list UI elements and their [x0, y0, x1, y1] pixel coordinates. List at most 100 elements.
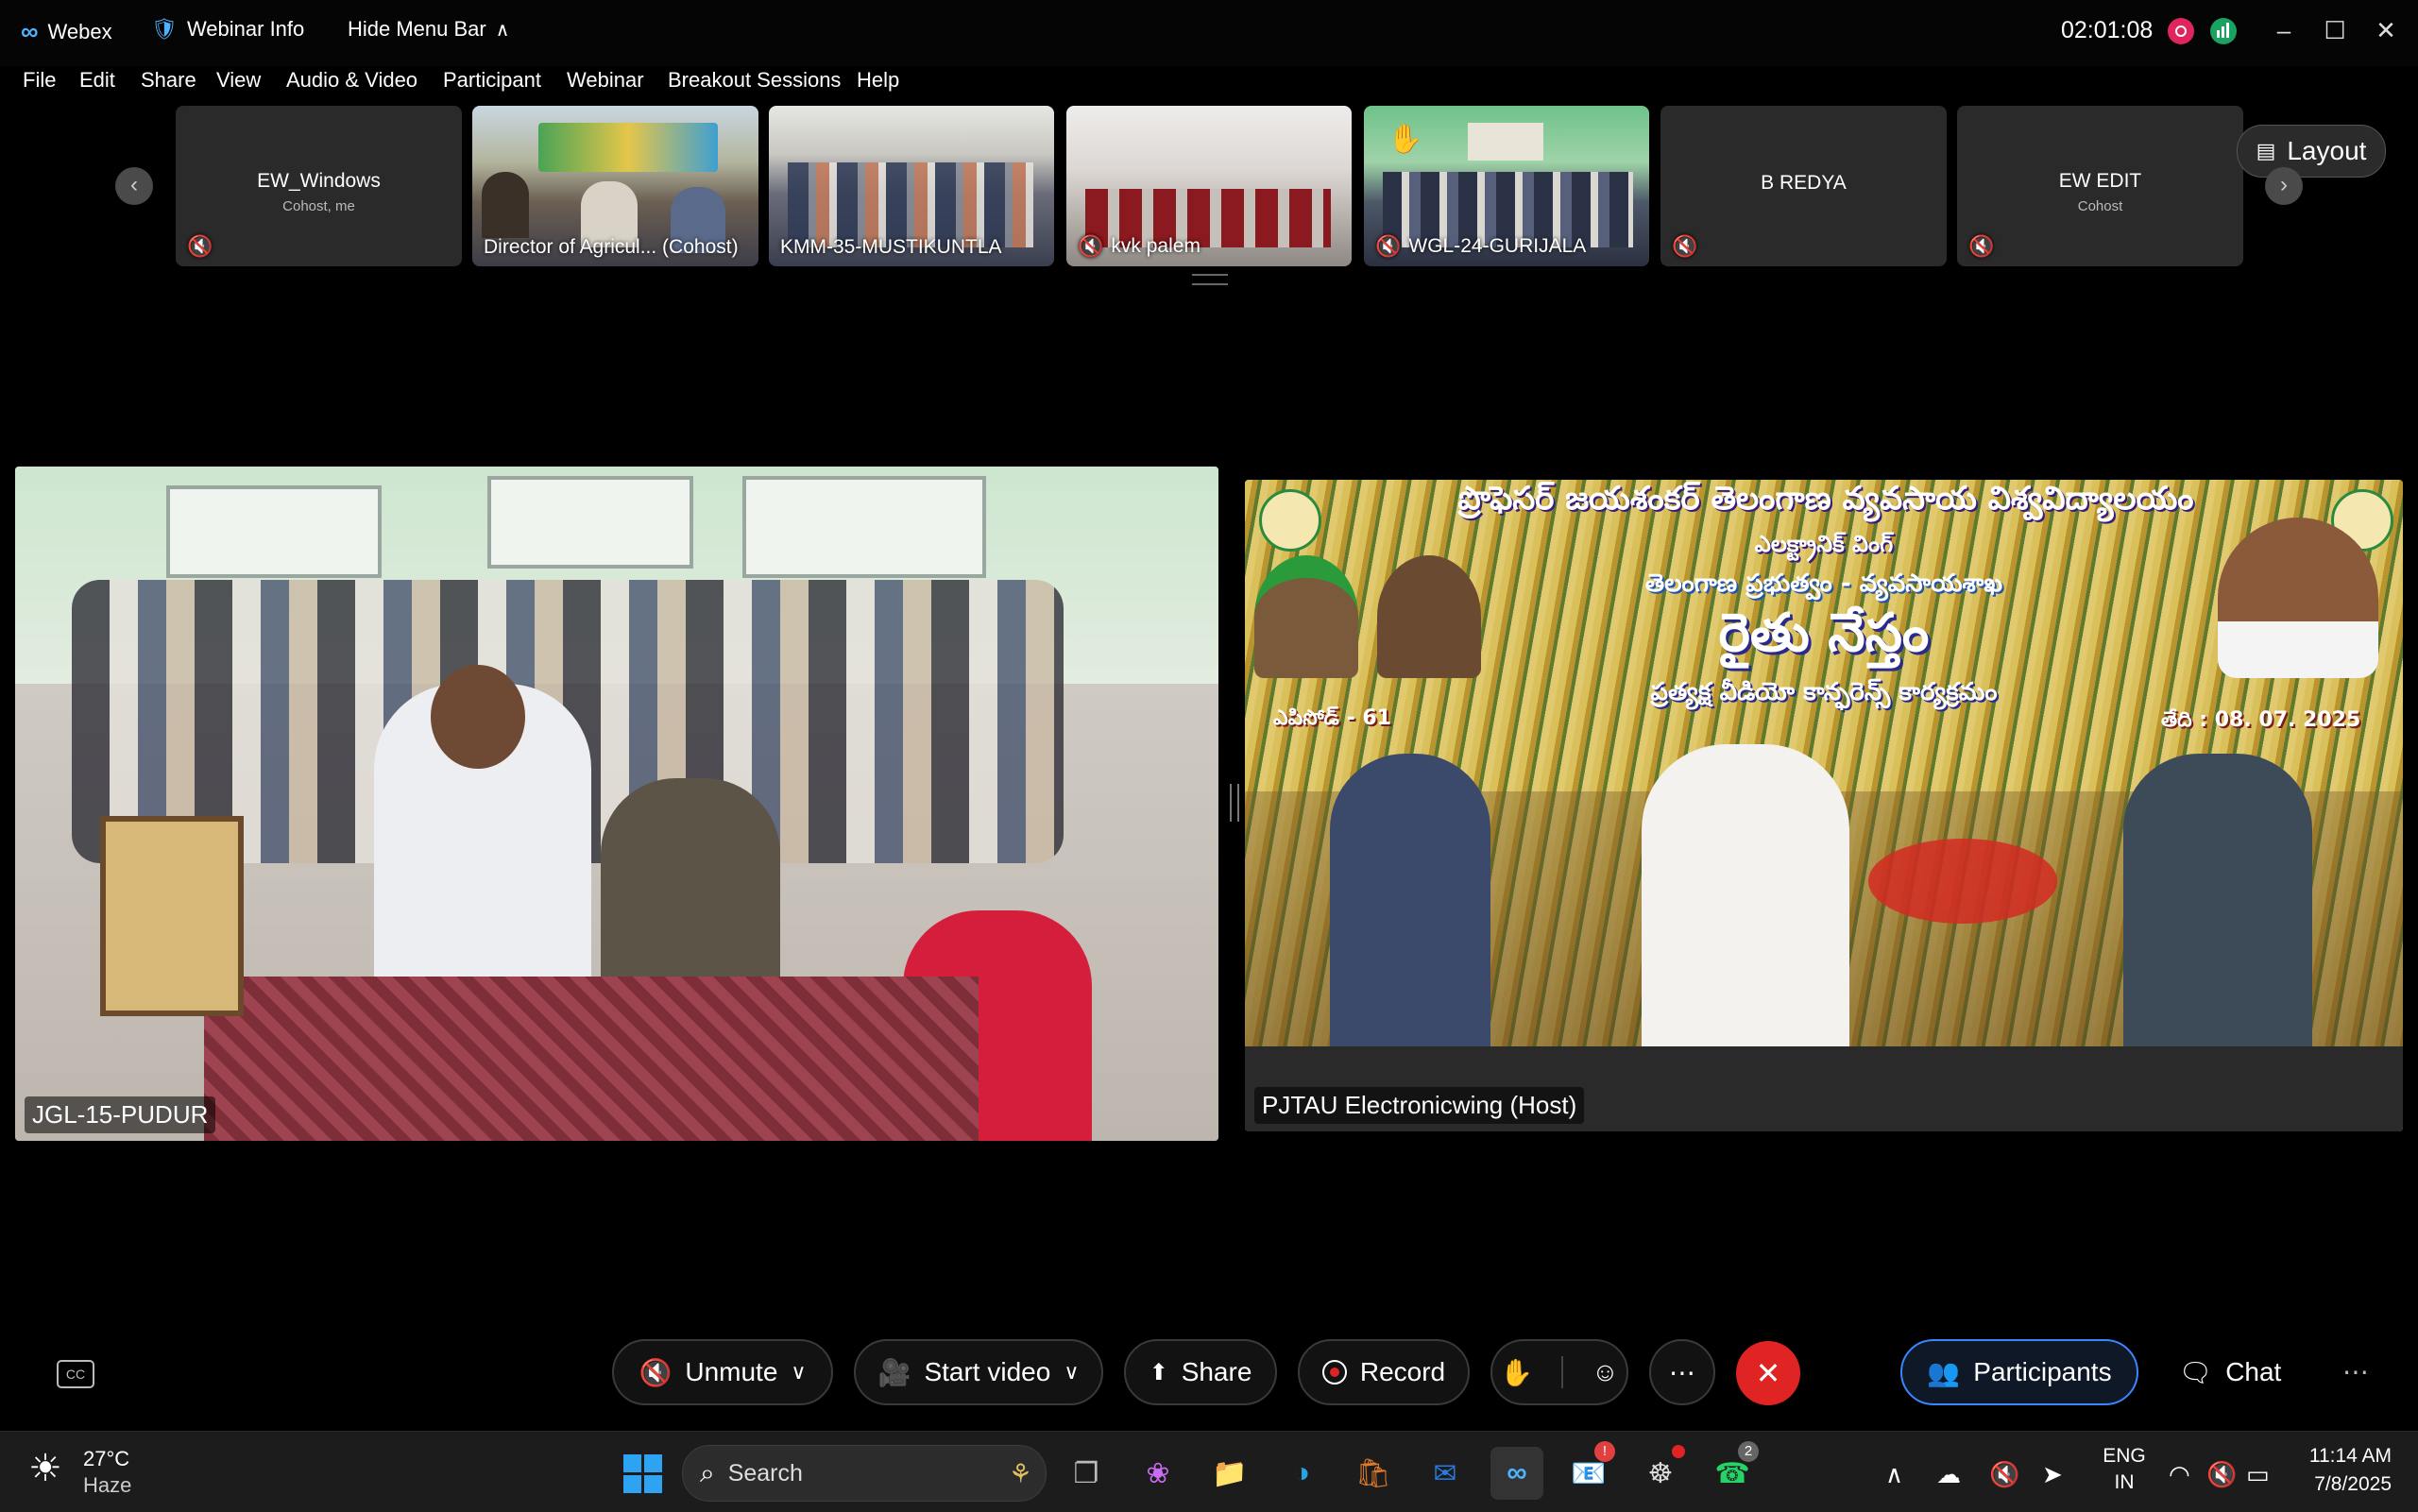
menu-participant[interactable]: Participant [443, 68, 541, 93]
whatsapp-icon[interactable]: ☎ 2 [1706, 1441, 1759, 1500]
leave-meeting-button[interactable]: ✕ [1736, 1341, 1800, 1405]
record-button[interactable]: Record [1298, 1339, 1470, 1405]
menu-edit[interactable]: Edit [79, 68, 115, 93]
banner-program: ప్రత్యక్ష వీడియో కాన్ఫరెన్స్ కార్యక్రమం [1650, 678, 1998, 706]
language-indicator[interactable]: ENG IN [2101, 1445, 2148, 1494]
video-label: PJTAU Electronicwing (Host) [1254, 1087, 1585, 1124]
chevron-up-icon: ∧ [495, 19, 510, 41]
taskbar-search[interactable]: ⌕ Search ⚘ [682, 1445, 1047, 1502]
edge-icon[interactable]: ◑ [1275, 1447, 1328, 1500]
strip-resize-handle[interactable] [1192, 274, 1228, 285]
captions-icon[interactable]: CC [57, 1360, 94, 1388]
close-window-icon[interactable]: ✕ [2367, 13, 2405, 47]
show-hidden-icons[interactable]: ∧ [1885, 1460, 1903, 1489]
network-health-icon[interactable] [2210, 18, 2237, 44]
layout-button[interactable]: ▤ Layout [2237, 125, 2386, 178]
chatgpt-icon[interactable]: ☸ [1634, 1445, 1687, 1500]
clock-date: 7/8/2025 [2314, 1473, 2392, 1495]
meeting-timer-text: 02:01:08 [2061, 17, 2154, 43]
participant-tile[interactable]: EW EDIT Cohost 🔇 [1957, 106, 2243, 266]
volume-muted-icon[interactable]: 🔇 [2206, 1460, 2237, 1489]
participant-name: WGL-24-GURIJALA [1408, 235, 1587, 257]
participant-name: kvk palem [1111, 235, 1200, 257]
clock[interactable]: 11:14 AM 7/8/2025 [2293, 1445, 2392, 1496]
close-icon: ✕ [1755, 1356, 1781, 1390]
mic-muted-tray-icon[interactable]: 🔇 [1989, 1460, 2019, 1489]
share-label: Share [1181, 1357, 1252, 1386]
portrait [2218, 518, 2378, 678]
participant-tile[interactable]: ✋ 🔇 WGL-24-GURIJALA [1364, 106, 1649, 266]
webex-taskbar-icon[interactable]: ∞ [1490, 1447, 1543, 1500]
more-icon: ⋯ [1669, 1357, 1695, 1387]
maximize-icon[interactable]: ☐ [2316, 13, 2354, 47]
copilot-icon[interactable]: ❀ [1132, 1447, 1184, 1500]
participant-tile[interactable]: 🔇 kvk palem [1066, 106, 1352, 266]
raise-hand-icon[interactable]: ✋ [1500, 1357, 1533, 1388]
weather-temp[interactable]: 27°C [83, 1447, 129, 1471]
layout-icon: ▤ [2256, 139, 2276, 162]
more-options-button[interactable]: ⋯ [1649, 1339, 1715, 1405]
menu-bar: File Edit Share View Audio & Video Parti… [0, 66, 2418, 100]
share-screen-icon: ⬆ [1149, 1359, 1168, 1385]
banner-episode: ఎపిసోడ్ - 61 [1273, 706, 1392, 730]
video-off-icon: 🎥 [877, 1357, 911, 1387]
reactions-icon[interactable]: ☺ [1592, 1357, 1619, 1387]
file-explorer-icon[interactable]: 📁 [1203, 1447, 1256, 1500]
recording-status-icon[interactable] [2168, 18, 2194, 44]
participant-name: B REDYA [1761, 172, 1847, 194]
participant-tile[interactable]: Director of Agricul... (Cohost) [472, 106, 758, 266]
search-placeholder: Search [727, 1459, 803, 1487]
menu-breakout-sessions[interactable]: Breakout Sessions [668, 68, 841, 93]
language-region: IN [2114, 1471, 2135, 1493]
main-video-tile[interactable]: ప్రొఫెసర్ జయశంకర్ తెలంగాణ వ్యవసాయ విశ్వవ… [1245, 480, 2403, 1131]
divider [1561, 1356, 1564, 1388]
more-panels-icon[interactable]: ⋯ [2342, 1356, 2369, 1387]
menu-webinar[interactable]: Webinar [567, 68, 644, 93]
location-icon[interactable]: ➤ [2042, 1460, 2063, 1489]
unmute-button[interactable]: 🔇 Unmute ∨ [612, 1339, 833, 1405]
weather-icon[interactable]: ☀ [28, 1447, 62, 1490]
windows-start-icon[interactable] [616, 1447, 669, 1500]
mail-icon[interactable]: ✉ [1419, 1447, 1472, 1500]
webinar-info-button[interactable]: 🛡 Webinar Info [151, 17, 304, 42]
participants-label: Participants [1973, 1357, 2112, 1386]
store-icon[interactable]: 🛍 [1347, 1447, 1400, 1500]
start-video-button[interactable]: 🎥 Start video ∨ [854, 1339, 1103, 1405]
participant-tile[interactable]: EW_Windows Cohost, me 🔇 [176, 106, 462, 266]
participant-tile[interactable]: B REDYA 🔇 [1660, 106, 1947, 266]
outlook-glyph: 📧 [1571, 1457, 1607, 1489]
main-video-tile[interactable]: JGL-15-PUDUR [15, 467, 1218, 1141]
reactions-group: ✋ ☺ [1490, 1339, 1628, 1405]
chat-button[interactable]: 🗨 Chat [2159, 1339, 2301, 1405]
outlook-icon[interactable]: 📧 ! [1562, 1441, 1615, 1500]
search-icon: ⌕ [700, 1457, 715, 1487]
participant-name: EW EDIT [2058, 170, 2142, 192]
participant-tile[interactable]: KMM-35-MUSTIKUNTLA [769, 106, 1054, 266]
menu-view[interactable]: View [216, 68, 261, 93]
menu-file[interactable]: File [23, 68, 56, 93]
participants-button[interactable]: 👥 Participants [1900, 1339, 2138, 1405]
portrait [1377, 555, 1481, 678]
menu-help[interactable]: Help [857, 68, 899, 93]
minimize-icon[interactable]: – [2265, 13, 2303, 47]
strip-prev-button[interactable]: ‹ [115, 167, 153, 205]
onedrive-icon[interactable]: ☁ [1936, 1460, 1961, 1489]
participant-role: Cohost [2077, 198, 2123, 214]
split-resize-handle[interactable] [1230, 784, 1239, 822]
weather-desc[interactable]: Haze [83, 1473, 131, 1498]
notification-badge: ! [1594, 1441, 1615, 1462]
portrait [1254, 555, 1358, 678]
menu-share[interactable]: Share [141, 68, 196, 93]
hide-menu-bar-button[interactable]: Hide Menu Bar ∧ [348, 17, 509, 42]
wifi-icon[interactable]: ◠ [2169, 1460, 2190, 1489]
mic-muted-icon: 🔇 [639, 1357, 673, 1387]
chat-label: Chat [2225, 1357, 2282, 1386]
task-view-icon[interactable]: ❐ [1060, 1447, 1113, 1500]
app-title: ∞ Webex [21, 17, 112, 46]
menu-audio-video[interactable]: Audio & Video [286, 68, 417, 93]
strip-next-button[interactable]: › [2265, 167, 2303, 205]
participant-role: Cohost, me [282, 198, 355, 214]
share-button[interactable]: ⬆ Share [1124, 1339, 1277, 1405]
battery-icon[interactable]: ▭ [2246, 1460, 2270, 1489]
participant-name: Director of Agricul... (Cohost) [484, 236, 739, 258]
